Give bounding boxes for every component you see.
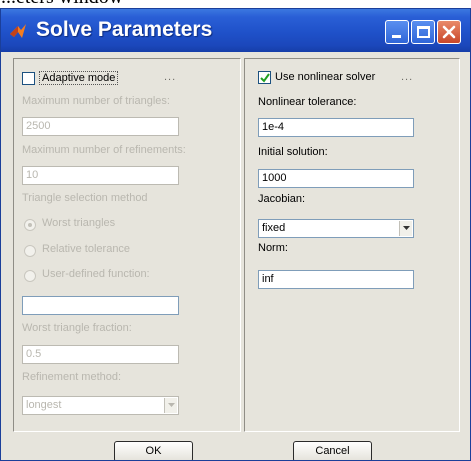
checkmark-icon xyxy=(260,73,270,83)
user-defined-function-field[interactable] xyxy=(22,296,179,315)
worst-triangles-radio[interactable] xyxy=(24,219,36,231)
solve-parameters-window: Solve Parameters Adaptive mode ... Maxim… xyxy=(0,8,471,461)
user-defined-function-radio[interactable] xyxy=(24,270,36,282)
max-triangles-label: Maximum number of triangles: xyxy=(22,95,170,107)
norm-field[interactable]: inf xyxy=(258,270,414,289)
adaptive-mode-checkbox[interactable] xyxy=(22,72,35,85)
adaptive-mode-more[interactable]: ... xyxy=(164,71,176,83)
close-button[interactable] xyxy=(437,20,461,44)
adaptive-mode-label[interactable]: Adaptive mode xyxy=(39,71,119,85)
max-refinements-label: Maximum number of refinements: xyxy=(22,144,186,156)
use-nonlinear-label[interactable]: Use nonlinear solver xyxy=(275,71,375,83)
radio-selected-dot xyxy=(28,223,32,227)
caption-text: ...eters window xyxy=(0,0,471,8)
ok-button[interactable]: OK xyxy=(114,441,193,460)
norm-label: Norm: xyxy=(258,242,288,254)
jacobian-label: Jacobian: xyxy=(258,193,306,205)
worst-fraction-field[interactable]: 0.5 xyxy=(22,345,179,364)
initial-solution-label: Initial solution: xyxy=(258,146,328,158)
triangle-selection-label: Triangle selection method xyxy=(22,192,148,204)
nonlinear-tolerance-label: Nonlinear tolerance: xyxy=(258,96,357,108)
refinement-method-dropdown[interactable] xyxy=(164,398,177,413)
cancel-button[interactable]: Cancel xyxy=(293,441,372,460)
maximize-button[interactable] xyxy=(411,20,435,44)
adaptive-mode-panel: Adaptive mode ... Maximum number of tria… xyxy=(13,58,241,432)
close-icon xyxy=(442,25,456,39)
use-nonlinear-more[interactable]: ... xyxy=(401,71,413,83)
nonlinear-solver-panel: Use nonlinear solver ... Nonlinear toler… xyxy=(244,58,460,432)
dropdown-arrow-icon xyxy=(403,226,410,230)
maximize-icon xyxy=(417,26,430,38)
worst-fraction-label: Worst triangle fraction: xyxy=(22,322,132,334)
jacobian-dropdown[interactable] xyxy=(399,221,412,236)
minimize-button[interactable] xyxy=(385,20,409,44)
refinement-method-value: longest xyxy=(26,399,62,411)
dropdown-arrow-icon xyxy=(168,403,175,407)
relative-tolerance-radio[interactable] xyxy=(24,245,36,257)
refinement-method-label: Refinement method: xyxy=(22,371,122,383)
user-defined-function-label: User-defined function: xyxy=(42,268,150,280)
initial-solution-field[interactable]: 1000 xyxy=(258,169,414,188)
jacobian-value: fixed xyxy=(262,222,286,234)
worst-triangles-label: Worst triangles xyxy=(42,217,116,229)
relative-tolerance-label: Relative tolerance xyxy=(42,243,131,255)
window-title: Solve Parameters xyxy=(36,18,213,41)
refinement-method-select[interactable]: longest xyxy=(22,396,179,415)
jacobian-select[interactable]: fixed xyxy=(258,219,414,238)
max-triangles-field[interactable]: 2500 xyxy=(22,117,179,136)
nonlinear-tolerance-field[interactable]: 1e-4 xyxy=(258,118,414,137)
title-bar[interactable]: Solve Parameters xyxy=(1,9,470,52)
minimize-icon xyxy=(392,35,401,38)
max-refinements-field[interactable]: 10 xyxy=(22,166,179,185)
use-nonlinear-checkbox[interactable] xyxy=(258,71,271,84)
matlab-logo-icon xyxy=(10,24,26,38)
